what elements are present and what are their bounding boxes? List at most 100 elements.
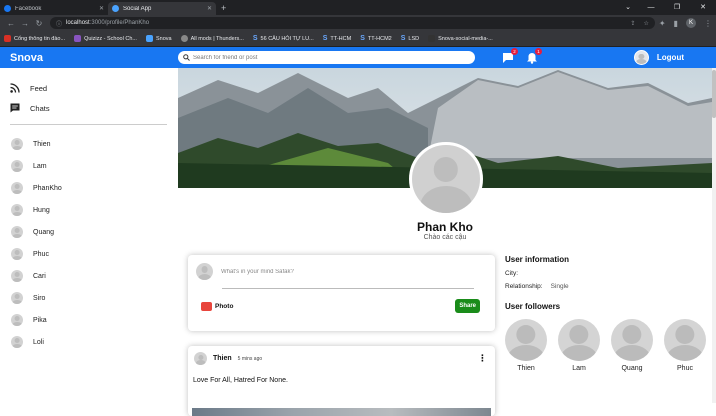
photo-option[interactable]: Photo [201,302,233,311]
user-info-title: User information [505,255,705,264]
bookmark-star-icon[interactable]: ☆ [644,20,649,27]
tab-label: Social App [123,6,207,12]
logout-button[interactable]: Logout [657,53,684,62]
friend-item[interactable]: Hung [10,199,168,221]
browser-menu-icon[interactable]: ⋮ [704,19,712,28]
friend-item[interactable]: Cari [10,265,168,287]
friend-avatar [11,292,23,304]
friend-item[interactable]: Siro [10,287,168,309]
notification-badge: 1 [535,48,542,55]
browser-tab-strip: Facebook ✕ Social App ✕ + ⌄ — ❐ ✕ [0,0,716,15]
follower-item[interactable]: Thien [505,319,547,372]
tab-facebook[interactable]: Facebook ✕ [0,2,108,15]
friend-item[interactable]: Loli [10,331,168,353]
friend-avatar [11,182,23,194]
bookmark-item[interactable]: SLSD [401,35,419,42]
friend-item[interactable]: Thien [10,133,168,155]
share-avatar [196,263,213,280]
app-logo[interactable]: Snova [10,52,178,64]
post-text: Love For All, Hatred For None. [193,377,489,384]
photo-label: Photo [215,303,233,310]
friend-item[interactable]: Phuc [10,243,168,265]
friend-item[interactable]: Quang [10,221,168,243]
share-input[interactable] [221,269,487,275]
share-page-icon[interactable]: ⇪ [630,20,635,27]
profile-name: Phan Kho [178,220,712,234]
follower-item[interactable]: Phuc [664,319,706,372]
search-input[interactable] [193,55,470,61]
friend-avatar [11,314,23,326]
bookmark-item[interactable]: Quizizz - School Ch... [74,35,137,42]
follower-avatar [505,319,547,361]
city-row: City: [505,270,705,277]
browser-profile-avatar[interactable]: K [686,18,696,28]
follower-item[interactable]: Lam [558,319,600,372]
left-sidebar: Feed Chats ThienLam PhanKho HungQuangPhucC… [0,68,178,403]
extensions-icon[interactable]: ✦ [659,19,666,28]
minimize-button[interactable]: — [638,0,664,15]
chat-notification-button[interactable]: 2 [502,51,514,63]
post-username[interactable]: Thien [213,355,232,362]
reload-button[interactable]: ↻ [32,19,46,28]
city-label: City: [505,270,518,277]
close-tab-icon[interactable]: ✕ [207,5,212,12]
forward-button[interactable]: → [18,19,32,28]
notification-button[interactable]: 1 [526,51,538,63]
share-button[interactable]: Share [455,299,480,313]
sidebar-item-feed[interactable]: Feed [10,78,168,98]
main-layout: Feed Chats ThienLamPhanKhoHungQuangPhucC… [0,68,712,403]
search-bar[interactable] [178,51,475,64]
back-button[interactable]: ← [4,19,18,28]
friend-item[interactable]: Lam [10,155,168,177]
friend-item[interactable]: Pika [10,309,168,331]
followers-list: Thien Lam Quang Phuc [505,319,705,372]
more-options-icon[interactable]: ⋮ [478,353,487,364]
sidebar-item-label: Feed [30,84,47,93]
restore-button[interactable]: ❐ [664,0,690,15]
bookmark-favicon-icon [181,35,188,42]
bookmark-s-icon: S [401,35,406,42]
friend-avatar [11,138,23,150]
bookmark-item[interactable]: Cổng thông tin đào... [4,35,65,42]
photo-icon [201,302,212,311]
url-host: localhost [66,20,90,26]
react-favicon-icon [112,5,119,12]
bookmark-item[interactable]: All mods | Thunders... [181,35,244,42]
post-avatar[interactable] [194,352,207,365]
profile-avatar[interactable] [409,142,483,216]
bookmark-favicon-icon [428,35,435,42]
tab-label: Facebook [15,6,99,12]
sidebar-divider [10,124,167,125]
friend-name: Loli [33,339,44,346]
follower-item[interactable]: Quang [611,319,653,372]
sidebar-item-label: Chats [30,104,50,113]
close-tab-icon[interactable]: ✕ [99,5,104,12]
tab-social-app[interactable]: Social App ✕ [108,2,216,15]
share-box: Photo Share [188,255,495,331]
bookmark-item[interactable]: Snova-social-media-... [428,35,493,42]
bookmark-item[interactable]: Snova [146,35,172,42]
bookmark-item[interactable]: STT-HCM [323,35,351,42]
sidebar-item-chats[interactable]: Chats [10,98,168,118]
new-tab-button[interactable]: + [221,2,226,15]
user-avatar[interactable] [634,50,649,65]
bookmark-favicon-icon [4,35,11,42]
friend-avatar [11,248,23,260]
close-window-button[interactable]: ✕ [690,0,716,15]
friend-name: PhanKho [33,185,62,192]
tab-search-icon[interactable]: ⌄ [618,0,638,15]
info-icon[interactable]: ⓘ [56,19,62,28]
follower-name: Lam [572,365,586,372]
url-bar[interactable]: ⓘ localhost:3000/profile/PhanKho ⇪ ☆ [50,17,655,29]
bookmark-s-icon: S [253,35,258,42]
friend-item[interactable]: PhanKho [10,177,168,199]
bookmark-item[interactable]: STT-HCM2 [360,35,392,42]
friend-list: ThienLam PhanKho HungQuangPhucCariSiro Pika… [10,133,168,353]
scrollbar-thumb[interactable] [712,70,716,118]
friend-name: Pika [33,317,47,324]
page-scrollbar[interactable] [712,68,716,403]
follower-name: Thien [517,365,535,372]
profile-content: Phan Kho Chào các cậu Photo Share Thien [178,68,712,403]
bookmark-item[interactable]: S56 CÂU HỎI TỰ LU... [253,35,314,42]
side-panel-icon[interactable]: ▮ [674,19,678,28]
